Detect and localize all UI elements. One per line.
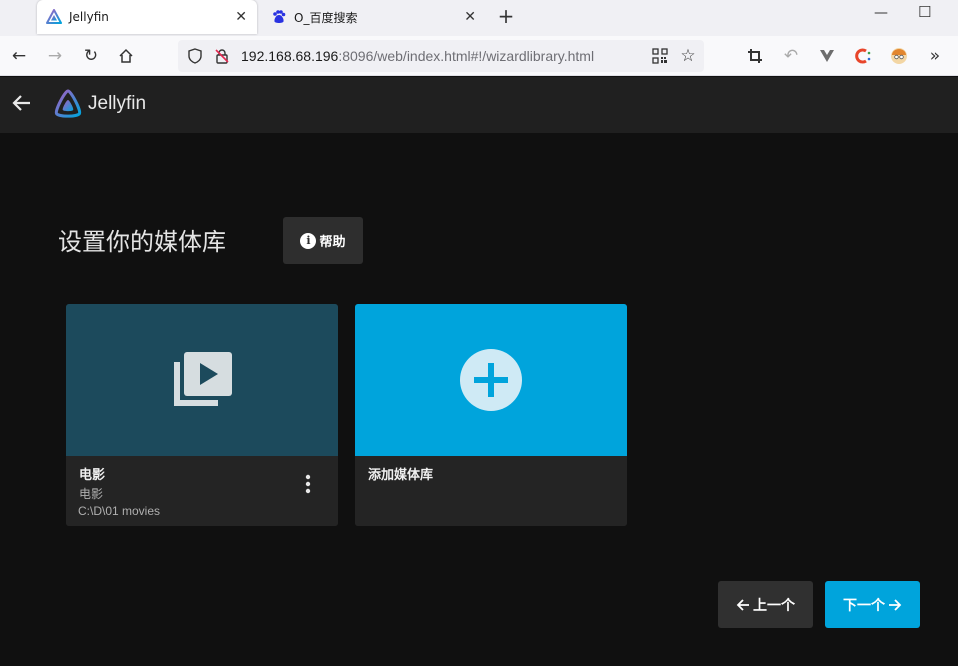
back-icon[interactable]: ←	[8, 45, 30, 67]
browser-nav-bar: ← → ↻ 192.168.68.196:8096/web/index.html…	[0, 36, 958, 76]
reload-icon[interactable]: ↻	[80, 45, 102, 67]
close-tab-icon[interactable]: ✕	[235, 9, 247, 25]
maximize-window-icon[interactable]: ☐	[918, 3, 931, 21]
library-card-movies[interactable]: 电影 电影 C:\D\01 movies	[66, 304, 338, 526]
library-path: C:\D\01 movies	[78, 504, 161, 518]
undo-icon[interactable]: ↶	[780, 45, 802, 67]
previous-button-label: 上一个	[753, 597, 795, 614]
more-options-icon[interactable]	[302, 472, 314, 496]
tab-title: O_百度搜索	[294, 10, 358, 25]
next-button-label: 下一个	[843, 597, 885, 614]
extension-c-icon[interactable]	[852, 45, 874, 67]
url-path: :8096/web/index.html#!/wizardlibrary.htm…	[338, 48, 595, 64]
add-library-label: 添加媒体库	[368, 468, 434, 483]
tab-title: Jellyfin	[69, 10, 109, 24]
tab-baidu[interactable]: O_百度搜索 ✕	[262, 0, 486, 34]
close-tab-icon[interactable]: ✕	[464, 9, 476, 25]
library-card-footer: 电影 电影 C:\D\01 movies	[66, 456, 338, 526]
next-button[interactable]: 下一个	[825, 581, 920, 628]
url-host: 192.168.68.196	[241, 48, 339, 64]
arrow-right-icon	[889, 598, 902, 611]
qr-code-icon[interactable]	[649, 45, 671, 67]
page-title: 设置你的媒体库	[58, 228, 226, 256]
vue-devtools-icon[interactable]	[816, 45, 838, 67]
shield-icon[interactable]	[184, 45, 206, 67]
library-type: 电影	[79, 487, 104, 501]
avatar-extension-icon[interactable]	[888, 45, 910, 67]
add-library-card[interactable]: 添加媒体库	[355, 304, 627, 526]
library-card-image[interactable]	[66, 304, 338, 456]
baidu-favicon-icon	[271, 9, 287, 25]
url-text[interactable]: 192.168.68.196:8096/web/index.html#!/wiz…	[241, 48, 594, 64]
overflow-chevron-icon[interactable]: »	[924, 45, 946, 67]
arrow-left-icon	[736, 598, 749, 611]
header-back-icon[interactable]	[10, 92, 32, 114]
new-tab-button[interactable]: +	[495, 4, 517, 28]
add-circle-icon	[460, 349, 522, 411]
add-library-card-image[interactable]	[355, 304, 627, 456]
video-library-icon	[174, 352, 232, 406]
brand-name: Jellyfin	[88, 93, 147, 114]
minimize-window-icon[interactable]: —	[874, 5, 888, 21]
app-header: Jellyfin	[0, 77, 958, 133]
browser-tab-bar: Jellyfin ✕ O_百度搜索 ✕ + — ☐	[0, 0, 958, 36]
previous-button[interactable]: 上一个	[718, 581, 813, 628]
insecure-lock-icon[interactable]	[211, 45, 233, 67]
info-icon: i	[300, 232, 317, 249]
jellyfin-favicon-icon	[46, 9, 62, 25]
crop-icon[interactable]	[744, 45, 766, 67]
address-bar[interactable]: 192.168.68.196:8096/web/index.html#!/wiz…	[178, 40, 704, 72]
help-button-label: 帮助	[319, 235, 346, 250]
home-icon[interactable]	[115, 45, 137, 67]
library-name: 电影	[79, 468, 106, 483]
help-button[interactable]: i 帮助	[283, 217, 363, 264]
jellyfin-logo-icon	[54, 89, 82, 118]
forward-icon[interactable]: →	[44, 45, 66, 67]
bookmark-star-icon[interactable]: ☆	[677, 45, 699, 67]
add-library-card-footer: 添加媒体库	[355, 456, 627, 526]
tab-jellyfin[interactable]: Jellyfin ✕	[37, 0, 257, 34]
